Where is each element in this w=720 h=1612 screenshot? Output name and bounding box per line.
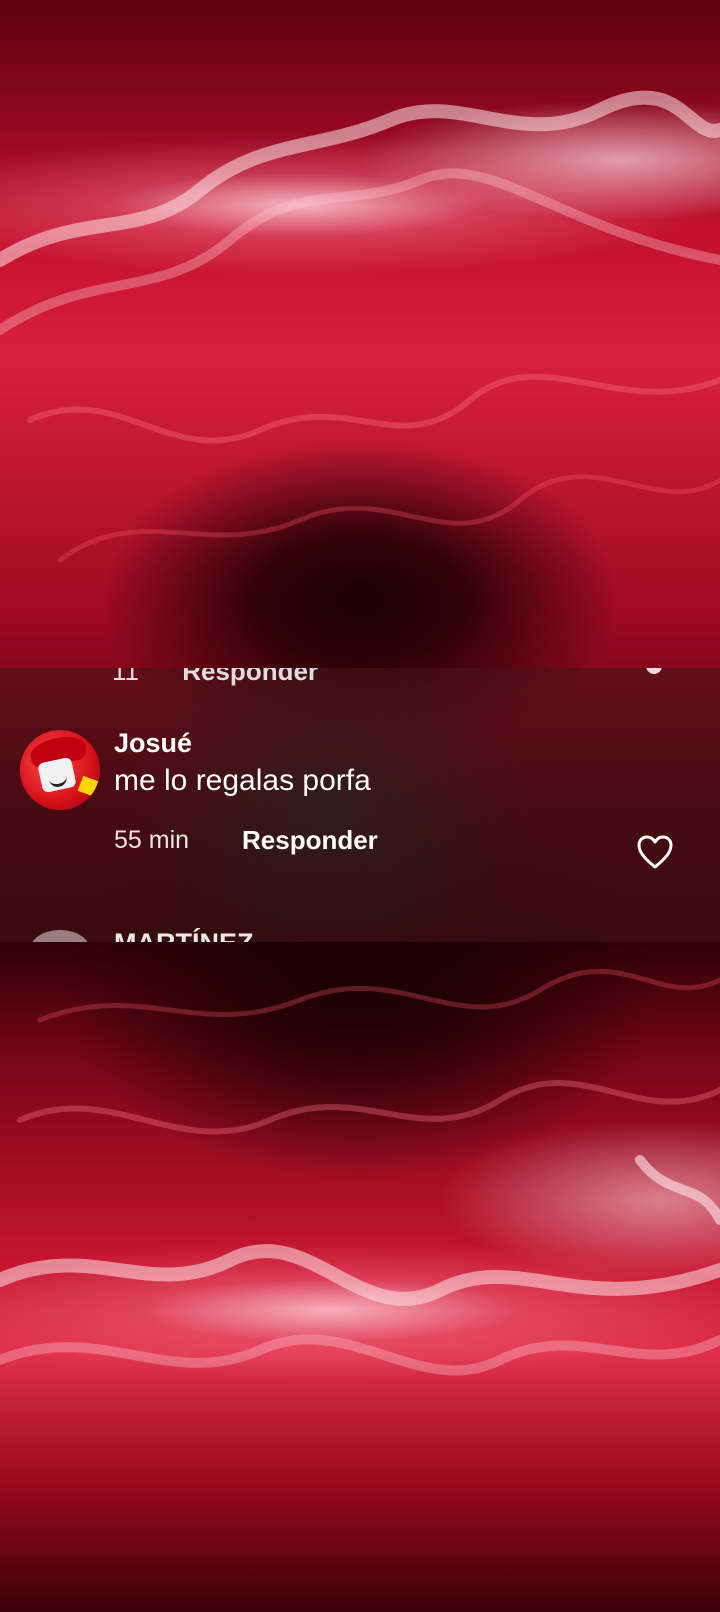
heart-outline-icon[interactable] (636, 834, 674, 870)
avatar[interactable] (20, 730, 100, 810)
previous-comment-meta: 11 Responder (112, 668, 318, 687)
previous-comment-time: 11 (112, 668, 139, 686)
comment-time: 55 min (114, 826, 190, 854)
next-comment-username[interactable]: MARTÍNEZ (114, 928, 253, 942)
comment-username[interactable]: Josué (114, 728, 192, 759)
comment-panel: 11 Responder Josué me lo regalas porfa 5… (0, 668, 720, 942)
reply-button[interactable]: Responder (242, 825, 378, 856)
panel-shade (0, 668, 720, 942)
previous-reply-button[interactable]: Responder (182, 668, 318, 686)
comment-text: me lo regalas porfa (114, 764, 371, 797)
avatar-face (37, 756, 77, 794)
video-background[interactable]: 11 Responder Josué me lo regalas porfa 5… (0, 0, 720, 1612)
